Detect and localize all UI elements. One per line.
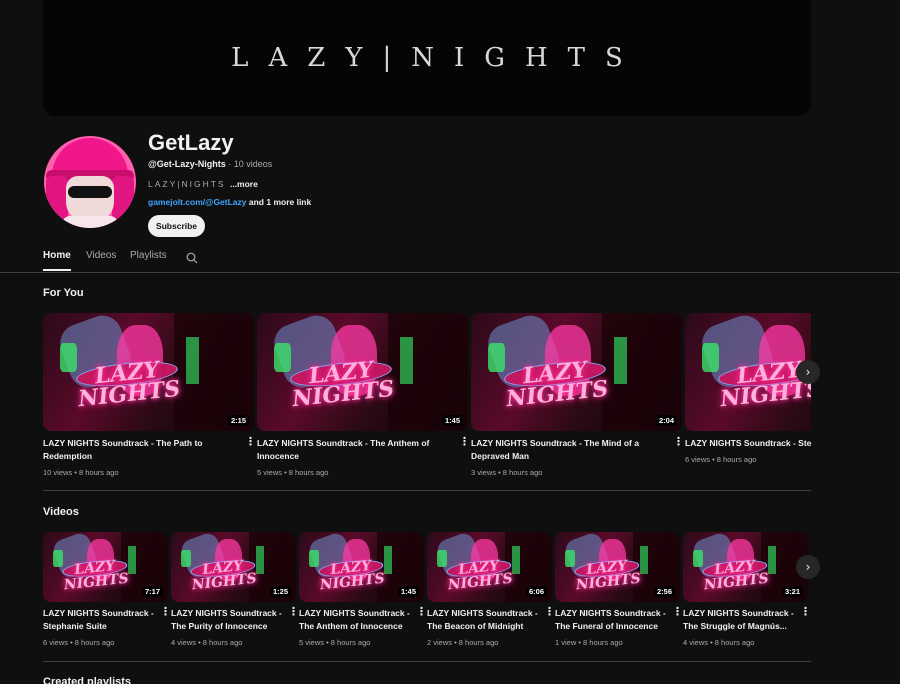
description-more-link[interactable]: ...more xyxy=(230,179,258,189)
video-title[interactable]: LAZY NIGHTS Soundtrack - The Struggle of… xyxy=(683,607,797,633)
video-thumbnail[interactable]: LAZY NIGHTS 2:04 xyxy=(471,313,682,431)
videos-heading: Videos xyxy=(43,506,79,518)
video-thumbnail[interactable]: LAZY NIGHTS xyxy=(685,313,811,431)
video-duration: 2:56 xyxy=(653,586,675,597)
tab-playlists[interactable]: Playlists xyxy=(130,250,167,261)
video-card[interactable]: LAZY NIGHTS 1:25 LAZY NIGHTS Soundtrack - T… xyxy=(171,532,299,647)
channel-links[interactable]: gamejolt.com/@GetLazy and 1 more link xyxy=(148,197,311,207)
chevron-right-icon: › xyxy=(805,560,811,574)
thumbnail-logo: LAZY NIGHTS xyxy=(445,558,514,594)
video-duration: 7:17 xyxy=(141,586,163,597)
thumbnail-logo: LAZY NIGHTS xyxy=(573,558,642,594)
video-duration: 2:04 xyxy=(655,415,677,426)
video-card[interactable]: LAZY NIGHTS 1:45 LAZY NIGHTS Soundtrack - T… xyxy=(257,313,470,477)
video-thumbnail[interactable]: LAZY NIGHTS 2:15 xyxy=(43,313,254,431)
video-card[interactable]: LAZY NIGHTS 2:15 LAZY NIGHTS Soundtrack - T… xyxy=(43,313,256,477)
video-thumbnail[interactable]: LAZY NIGHTS 1:45 xyxy=(257,313,468,431)
video-card[interactable]: LAZY NIGHTS 6:06 LAZY NIGHTS Soundtrack - T… xyxy=(427,532,555,647)
channel-description[interactable]: LAZY|NIGHTS ...more xyxy=(148,179,258,189)
video-meta: 1 view • 8 hours ago xyxy=(555,638,623,647)
video-title[interactable]: LAZY NIGHTS Soundtrack - The Beacon of M… xyxy=(427,607,541,633)
video-title[interactable]: LAZY NIGHTS Soundtrack - The Funeral of … xyxy=(555,607,669,633)
thumbnail-logo: LAZY NIGHTS xyxy=(701,558,770,594)
thumbnail-logo: LAZY NIGHTS xyxy=(61,558,130,594)
video-card[interactable]: LAZY NIGHTS LAZY NIGHTS Soundtrack - Steph… xyxy=(685,313,811,464)
video-meta: 10 views • 8 hours ago xyxy=(43,468,119,477)
channel-banner: LAZY|NIGHTS xyxy=(43,0,811,116)
video-thumbnail[interactable]: LAZY NIGHTS 3:21 xyxy=(683,532,808,602)
more-vert-icon[interactable]: ⋮ xyxy=(544,607,555,618)
section-divider xyxy=(43,490,811,491)
video-meta: 5 views • 8 hours ago xyxy=(257,468,329,477)
for-you-shelf: LAZY NIGHTS 2:15 LAZY NIGHTS Soundtrack - T… xyxy=(43,313,811,483)
search-icon[interactable] xyxy=(186,252,198,264)
video-card[interactable]: LAZY NIGHTS 3:21 LAZY NIGHTS Soundtrack - T… xyxy=(683,532,811,647)
video-thumbnail[interactable]: LAZY NIGHTS 7:17 xyxy=(43,532,168,602)
more-vert-icon[interactable]: ⋮ xyxy=(459,437,470,448)
video-thumbnail[interactable]: LAZY NIGHTS 1:25 xyxy=(171,532,296,602)
channel-meta: @Get-Lazy-Nights · 10 videos xyxy=(148,159,272,169)
channel-link-url[interactable]: gamejolt.com/@GetLazy xyxy=(148,197,247,207)
video-card[interactable]: LAZY NIGHTS 7:17 LAZY NIGHTS Soundtrack - S… xyxy=(43,532,171,647)
video-title[interactable]: LAZY NIGHTS Soundtrack - Steph xyxy=(685,437,811,450)
more-vert-icon[interactable]: ⋮ xyxy=(245,437,256,448)
video-title[interactable]: LAZY NIGHTS Soundtrack - Stephanie Suite xyxy=(43,607,157,633)
channel-avatar[interactable] xyxy=(44,136,136,228)
more-vert-icon[interactable]: ⋮ xyxy=(800,607,811,618)
for-you-next-button[interactable]: › xyxy=(796,360,820,384)
video-duration: 1:25 xyxy=(269,586,291,597)
video-title[interactable]: LAZY NIGHTS Soundtrack - The Path to Red… xyxy=(43,437,239,463)
video-title[interactable]: LAZY NIGHTS Soundtrack - The Purity of I… xyxy=(171,607,285,633)
video-card[interactable]: LAZY NIGHTS 1:45 LAZY NIGHTS Soundtrack - T… xyxy=(299,532,427,647)
video-meta: 3 views • 8 hours ago xyxy=(471,468,543,477)
tab-home[interactable]: Home xyxy=(43,250,71,261)
video-thumbnail[interactable]: LAZY NIGHTS 1:45 xyxy=(299,532,424,602)
video-title[interactable]: LAZY NIGHTS Soundtrack - The Mind of a D… xyxy=(471,437,667,463)
video-duration: 2:15 xyxy=(227,415,249,426)
video-meta: 5 views • 8 hours ago xyxy=(299,638,371,647)
video-title[interactable]: LAZY NIGHTS Soundtrack - The Anthem of I… xyxy=(257,437,453,463)
video-meta: 4 views • 8 hours ago xyxy=(171,638,243,647)
tab-active-indicator xyxy=(43,269,71,271)
video-duration: 6:06 xyxy=(525,586,547,597)
for-you-heading: For You xyxy=(43,287,84,299)
thumbnail-logo: LAZY NIGHTS xyxy=(189,558,258,594)
thumbnail-logo: LAZY NIGHTS xyxy=(317,558,386,594)
more-vert-icon[interactable]: ⋮ xyxy=(672,607,683,618)
video-meta: 2 views • 8 hours ago xyxy=(427,638,499,647)
video-meta: 6 views • 8 hours ago xyxy=(685,455,757,464)
chevron-right-icon: › xyxy=(805,365,811,379)
videos-shelf: LAZY NIGHTS 7:17 LAZY NIGHTS Soundtrack - S… xyxy=(43,532,811,652)
video-duration: 3:21 xyxy=(781,586,803,597)
video-card[interactable]: LAZY NIGHTS 2:04 LAZY NIGHTS Soundtrack - T… xyxy=(471,313,684,477)
video-title[interactable]: LAZY NIGHTS Soundtrack - The Anthem of I… xyxy=(299,607,413,633)
video-duration: 1:45 xyxy=(441,415,463,426)
tabs-divider xyxy=(0,272,900,273)
video-meta: 6 views • 8 hours ago xyxy=(43,638,115,647)
description-text: LAZY|NIGHTS xyxy=(148,179,226,189)
subscribe-button[interactable]: Subscribe xyxy=(148,215,205,237)
more-vert-icon[interactable]: ⋮ xyxy=(416,607,427,618)
more-links[interactable]: and 1 more link xyxy=(247,197,311,207)
videos-next-button[interactable]: › xyxy=(796,555,820,579)
more-vert-icon[interactable]: ⋮ xyxy=(160,607,171,618)
channel-handle: @Get-Lazy-Nights xyxy=(148,159,226,169)
video-thumbnail[interactable]: LAZY NIGHTS 6:06 xyxy=(427,532,552,602)
playlists-heading: Created playlists xyxy=(43,676,132,684)
section-divider xyxy=(43,661,811,662)
channel-name: GetLazy xyxy=(148,130,234,155)
video-meta: 4 views • 8 hours ago xyxy=(683,638,755,647)
video-count: · 10 videos xyxy=(225,159,273,169)
more-vert-icon[interactable]: ⋮ xyxy=(288,607,299,618)
tab-videos[interactable]: Videos xyxy=(86,250,116,261)
more-vert-icon[interactable]: ⋮ xyxy=(673,437,684,448)
banner-title: LAZY|NIGHTS xyxy=(231,43,643,73)
video-thumbnail[interactable]: LAZY NIGHTS 2:56 xyxy=(555,532,680,602)
video-card[interactable]: LAZY NIGHTS 2:56 LAZY NIGHTS Soundtrack - T… xyxy=(555,532,683,647)
video-duration: 1:45 xyxy=(397,586,419,597)
